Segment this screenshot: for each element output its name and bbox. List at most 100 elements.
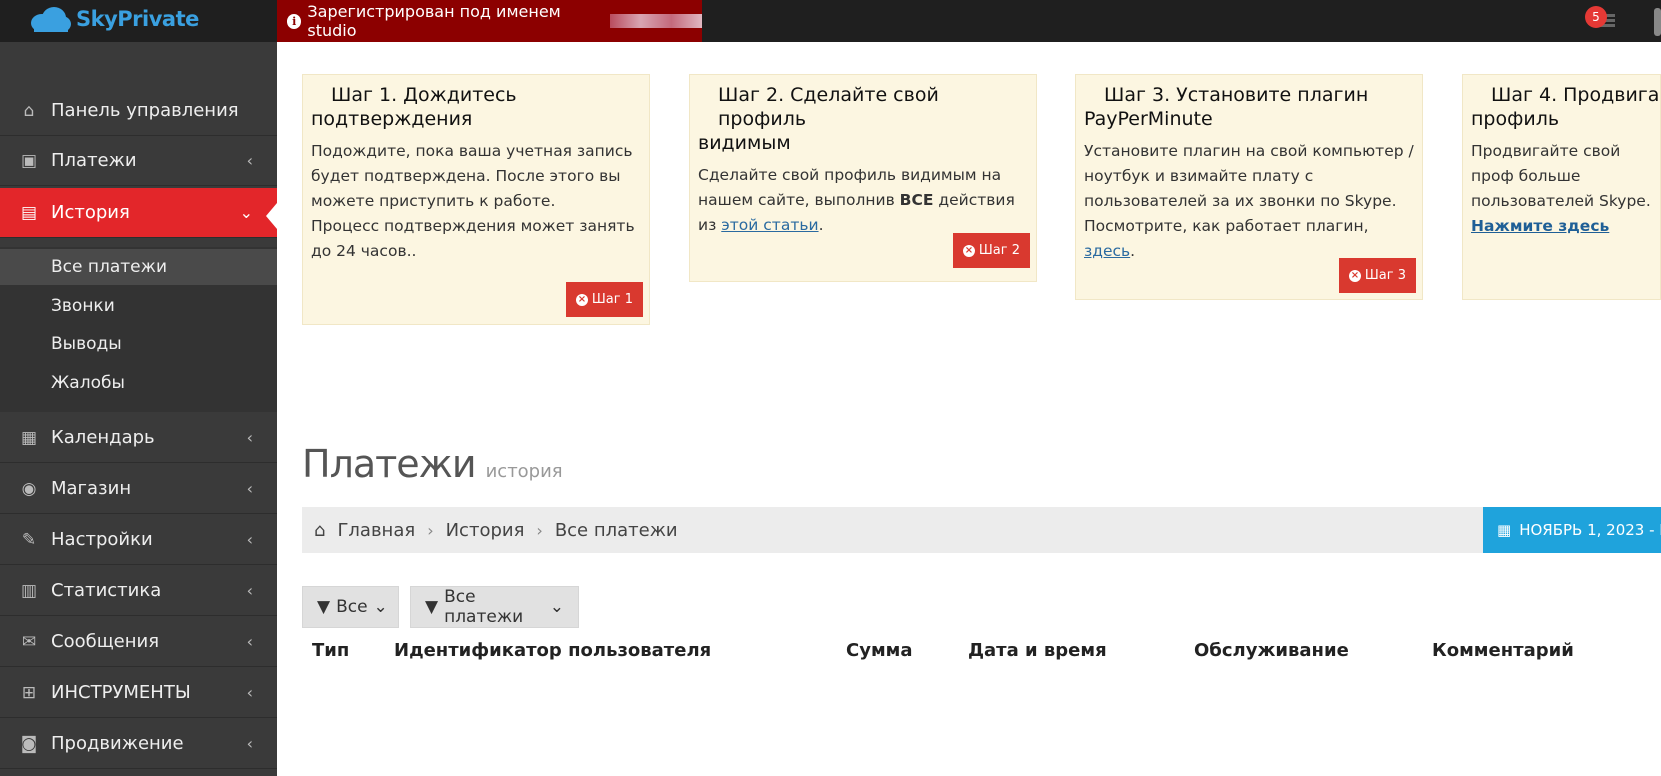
bar-chart-icon: ▥ <box>20 580 38 601</box>
chevron-left-icon: ‹ <box>246 632 253 651</box>
step-title: Шаг 1. Дождитесь подтверждения <box>311 84 517 130</box>
step-card-2: Шаг 2. Сделайте свой профиль видимым Сдел… <box>689 74 1037 282</box>
sidebar-item-payments[interactable]: ▣ Платежи ‹ <box>0 136 277 186</box>
book-icon: ▤ <box>20 202 38 223</box>
envelope-icon: ✉ <box>21 631 37 652</box>
chevron-down-icon: ⌄ <box>549 597 564 617</box>
chevron-left-icon: ‹ <box>246 683 253 702</box>
step-text: Сделайте свой профиль видимым на нашем с… <box>698 166 1015 234</box>
close-circle-icon: × <box>1348 269 1361 282</box>
breadcrumb-home[interactable]: Главная <box>337 520 415 541</box>
chevron-down-icon: ⌄ <box>373 597 388 617</box>
click-here-link[interactable]: Нажмите здесь <box>1471 217 1609 235</box>
history-submenu: Все платежи Звонки Выводы Жалобы <box>0 247 277 412</box>
chevron-left-icon: ‹ <box>246 151 253 170</box>
column-header-comment[interactable]: Комментарий <box>1432 640 1574 661</box>
top-bar: SkyPrivate i Зарегистрирован под именем … <box>0 0 1661 42</box>
sidebar-item-label: Магазин <box>51 478 132 499</box>
sidebar-item-label: Продвижение <box>51 733 184 754</box>
chevron-left-icon: ‹ <box>246 479 253 498</box>
plugin-link[interactable]: здесь <box>1084 242 1130 260</box>
page-title: Платежи история <box>302 442 563 486</box>
sidebar-item-label: Платежи <box>51 150 137 171</box>
sidebar-item-history[interactable]: ▤ История ⌄ <box>0 188 277 238</box>
step-3-button[interactable]: × Шаг 3 <box>1338 258 1416 293</box>
step-card-4: Шаг 4. Продвига профиль Продвигайте свой … <box>1462 74 1661 300</box>
registration-notice: i Зарегистрирован под именем studio <box>277 0 702 42</box>
column-header-service[interactable]: Обслуживание <box>1194 640 1349 661</box>
money-icon: ▣ <box>20 150 38 171</box>
close-circle-icon: × <box>962 244 975 257</box>
brand-name: SkyPrivate <box>76 7 199 31</box>
filter-icon: ▼ <box>425 597 439 617</box>
column-header-type[interactable]: Тип <box>312 640 349 661</box>
home-icon: ⌂ <box>23 100 35 121</box>
chevron-left-icon: ‹ <box>246 428 253 447</box>
date-range-button[interactable]: ▦ НОЯБРЬ 1, 2023 - Н <box>1483 507 1661 553</box>
notice-text: Зарегистрирован под именем studio <box>307 2 561 40</box>
step-text: Подождите, пока ваша учетная запись буде… <box>311 142 635 260</box>
sidebar-item-label: ИНСТРУМЕНТЫ <box>51 682 191 703</box>
sitemap-icon: ⊞ <box>21 682 37 703</box>
chevron-left-icon: ‹ <box>246 581 253 600</box>
column-header-user-id[interactable]: Идентификатор пользователя <box>394 640 711 661</box>
step-title: Шаг 2. Сделайте свой профиль видимым <box>698 84 939 154</box>
sidebar-item-tools[interactable]: ⊞ ИНСТРУМЕНТЫ ‹ <box>0 668 277 718</box>
filter-icon: ▼ <box>317 597 331 617</box>
chevron-right-icon: › <box>536 520 543 540</box>
redacted-username <box>610 14 702 28</box>
step-card-3: Шаг 3. Установите плагин PayPerMinute Уст… <box>1075 74 1423 300</box>
chevron-left-icon: ‹ <box>246 530 253 549</box>
sidebar-item-label: Панель управления <box>51 100 239 121</box>
sidebar-item-calendar[interactable]: ▦ Календарь ‹ <box>0 413 277 463</box>
chevron-left-icon: ‹ <box>246 734 253 753</box>
chevron-down-icon: ⌄ <box>239 203 253 222</box>
column-header-amount[interactable]: Сумма <box>846 640 913 661</box>
step-1-button[interactable]: × Шаг 1 <box>565 282 643 317</box>
home-icon: ⌂ <box>314 519 326 541</box>
sidebar-item-statistics[interactable]: ▥ Статистика ‹ <box>0 566 277 616</box>
column-header-datetime[interactable]: Дата и время <box>968 640 1107 661</box>
sidebar-item-shop[interactable]: ◉ Магазин ‹ <box>0 464 277 514</box>
scrollbar-thumb[interactable] <box>1654 8 1661 36</box>
cloud-icon <box>31 7 71 32</box>
sidebar-item-label: Статистика <box>51 580 162 601</box>
filter-payments-dropdown[interactable]: ▼ Все платежи ⌄ <box>410 586 579 628</box>
chevron-right-icon: › <box>427 520 434 540</box>
sidebar-item-promotion[interactable]: ◙ Продвижение ‹ <box>0 719 277 769</box>
submenu-item-withdrawals[interactable]: Выводы <box>0 326 277 362</box>
step-title: Шаг 4. Продвига профиль <box>1471 84 1660 130</box>
notifications-button[interactable]: 5 <box>1585 6 1617 30</box>
breadcrumb: ⌂ Главная › История › Все платежи <box>302 507 1661 553</box>
logo[interactable]: SkyPrivate <box>28 2 248 36</box>
step-title: Шаг 3. Установите плагин PayPerMinute <box>1084 84 1369 130</box>
article-link[interactable]: этой статьи <box>721 216 818 234</box>
sidebar-item-label: История <box>51 202 130 223</box>
play-circle-icon: ◉ <box>21 478 37 499</box>
sidebar-item-settings[interactable]: ✎ Настройки ‹ <box>0 515 277 565</box>
step-card-1: Шаг 1. Дождитесь подтверждения Подождите,… <box>302 74 650 325</box>
notifications-badge: 5 <box>1585 6 1607 28</box>
calendar-icon: ▦ <box>20 427 38 448</box>
breadcrumb-current: Все платежи <box>554 519 678 541</box>
page-title-text: Платежи <box>302 442 477 486</box>
submenu-item-calls[interactable]: Звонки <box>0 288 277 324</box>
info-icon: i <box>287 13 302 29</box>
calendar-icon: ▦ <box>1497 521 1512 539</box>
page-subtitle: история <box>485 461 563 482</box>
active-indicator <box>266 203 277 229</box>
sidebar-item-label: Сообщения <box>51 631 160 652</box>
filter-type-dropdown[interactable]: ▼ Все ⌄ <box>302 586 399 628</box>
wrench-icon: ✎ <box>21 529 37 550</box>
sidebar-item-label: Настройки <box>51 529 153 550</box>
submenu-item-complaints[interactable]: Жалобы <box>0 365 277 401</box>
sidebar-item-label: Календарь <box>51 427 155 448</box>
sidebar-item-dashboard[interactable]: ⌂ Панель управления <box>0 86 277 136</box>
step-2-button[interactable]: × Шаг 2 <box>952 233 1030 268</box>
step-text: Продвигайте свой проф больше пользовател… <box>1471 142 1651 235</box>
step-text: Установите плагин на свой компьютер / но… <box>1084 142 1414 260</box>
breadcrumb-history[interactable]: История <box>446 520 525 541</box>
submenu-item-all-payments[interactable]: Все платежи <box>0 249 277 285</box>
sidebar-item-messages[interactable]: ✉ Сообщения ‹ <box>0 617 277 667</box>
close-circle-icon: × <box>575 293 588 306</box>
